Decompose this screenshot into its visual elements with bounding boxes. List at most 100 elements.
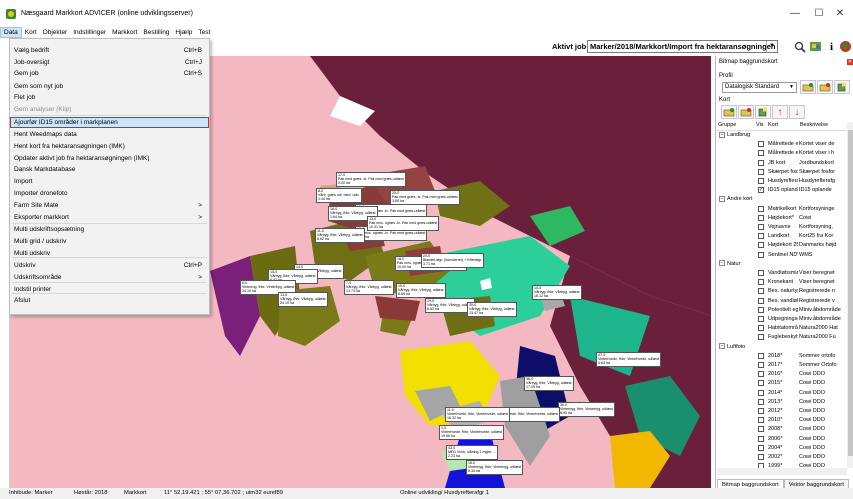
visibility-checkbox[interactable] <box>758 288 764 295</box>
info-icon[interactable]: i <box>824 39 839 54</box>
menu-objekter[interactable]: Objekter <box>40 27 71 38</box>
visibility-checkbox[interactable] <box>758 159 764 166</box>
field-label[interactable]: 17-0 Pak med græs -fx. Pak med græs-udlæ… <box>336 172 406 187</box>
visibility-checkbox[interactable]: ✓ <box>758 187 764 194</box>
visibility-checkbox[interactable] <box>758 334 764 341</box>
visibility-checkbox[interactable] <box>758 371 764 378</box>
remove-layer-icon[interactable] <box>738 105 754 119</box>
collapse-icon[interactable]: − <box>719 131 725 138</box>
menu-item[interactable]: Flet job <box>10 92 209 103</box>
tree-group[interactable]: − Natur <box>717 260 847 269</box>
visibility-checkbox[interactable] <box>758 398 764 405</box>
tree-group[interactable]: − Andre kort <box>717 195 847 204</box>
chevron-down-icon[interactable]: ▼ <box>787 83 796 92</box>
zoom-icon[interactable] <box>792 39 807 54</box>
tree-group[interactable]: − Luftfoto <box>717 343 847 352</box>
move-down-icon[interactable]: ↓ <box>789 105 805 119</box>
visibility-checkbox[interactable] <box>758 454 764 460</box>
visibility-checkbox[interactable] <box>758 168 764 175</box>
visibility-checkbox[interactable] <box>758 297 764 304</box>
aktiv-job-select[interactable]: Marker/2018/Markkort/Import fra hektaran… <box>587 40 778 53</box>
menu-item[interactable]: Gem job Ctrl+S <box>10 68 209 79</box>
layer-settings-icon[interactable] <box>755 105 771 119</box>
visibility-checkbox[interactable] <box>758 233 764 240</box>
collapse-icon[interactable]: − <box>719 195 725 202</box>
menu-item[interactable]: Job-oversigt Ctrl+J <box>10 57 209 68</box>
field-label[interactable]: 19-0 Vårbyg, fhbr, Vårbyg, udlæst 8.69 h… <box>396 283 446 298</box>
menu-hjaelp[interactable]: Hjælp <box>172 27 195 38</box>
visibility-checkbox[interactable] <box>758 150 764 157</box>
field-label[interactable]: 36-0 Vinterbyg, fhbr, Vinterbyg, udlæst … <box>558 402 616 417</box>
field-label[interactable]: 11-0 Vårbyg, fhbr, Vårbyg, udlæst 8.62 h… <box>315 228 365 243</box>
field-label[interactable]: 13-0 Vårbyg, fhbr, Vårbyg, udlæst 24.19 … <box>278 292 328 307</box>
add-map-icon[interactable] <box>800 80 816 94</box>
visibility-checkbox[interactable] <box>758 444 764 451</box>
menu-item[interactable]: Opdater aktivt job fra hektaransøgningen… <box>10 153 209 164</box>
field-label[interactable]: 30-0 Vårbyg, fhbr, Vårbyg, udlæst 13.47 … <box>467 302 517 317</box>
collapse-icon[interactable]: − <box>719 343 725 350</box>
menu-item[interactable]: Eksporter markkort > <box>10 212 209 223</box>
map-settings-icon[interactable] <box>834 80 850 94</box>
close-icon[interactable]: ✕ <box>847 59 853 65</box>
menu-item[interactable]: Multi udskriftsopsætning <box>10 224 209 235</box>
profil-select[interactable]: Datalogisk Standard ▼ <box>722 82 797 93</box>
move-up-icon[interactable]: ↑ <box>772 105 788 119</box>
vertical-scrollbar[interactable] <box>847 122 853 468</box>
horizontal-scrollbar[interactable] <box>717 468 847 475</box>
menu-item[interactable]: Farm Site Mate > <box>10 200 209 211</box>
field-label[interactable]: 43-0 MED Vinrk, slåning 1 mgter ... 2.23… <box>446 445 498 460</box>
visibility-checkbox[interactable] <box>758 426 764 433</box>
visibility-checkbox[interactable] <box>758 214 764 221</box>
visibility-checkbox[interactable] <box>758 141 764 148</box>
map-icon[interactable] <box>808 39 823 54</box>
visibility-checkbox[interactable] <box>758 325 764 332</box>
menu-indstillinger[interactable]: Indstillinger <box>70 27 109 38</box>
field-label[interactable]: 20-0 Blandet afgr. (korn/ærter) + Eftera… <box>421 253 484 268</box>
visibility-checkbox[interactable] <box>758 178 764 184</box>
visibility-checkbox[interactable] <box>758 242 764 249</box>
field-label[interactable]: 13-0 Pak mxs. ngræs -fx. Pak med græs-ud… <box>367 216 440 231</box>
field-label[interactable]: 36-0 Vårbyg, fhbr, Vårbyg, udlæst 17.05 … <box>524 376 574 391</box>
field-label[interactable]: 11-0 Vinterhvede, fhbr, Vinterhvede, udl… <box>445 407 511 422</box>
scrollbar-thumb[interactable] <box>848 130 853 456</box>
menu-item[interactable]: Hent kort fra hektaransøgningen (IMK) <box>10 141 209 152</box>
menu-kort[interactable]: Kort <box>22 27 40 38</box>
menu-item[interactable]: Ajourfør ID15 områder i markplanen <box>10 117 209 128</box>
menu-item[interactable]: Afslut <box>10 295 209 306</box>
visibility-checkbox[interactable] <box>758 389 764 396</box>
visibility-checkbox[interactable] <box>758 362 764 368</box>
menu-data[interactable]: Data <box>0 27 22 38</box>
add-layer-icon[interactable] <box>721 105 737 119</box>
remove-map-icon[interactable] <box>817 80 833 94</box>
visibility-checkbox[interactable] <box>758 435 764 442</box>
visibility-checkbox[interactable] <box>758 316 764 322</box>
visibility-checkbox[interactable] <box>758 352 764 359</box>
menu-item[interactable]: Hent Weedmaps data <box>10 129 209 140</box>
visibility-checkbox[interactable] <box>758 306 764 313</box>
field-label[interactable]: 8-0 Vårb. græs udl. med. udb. 1.44 ha <box>316 188 362 203</box>
menu-item[interactable]: Multi grid / udskriv <box>10 236 209 247</box>
menu-item[interactable]: Udskriv Ctrl+P <box>10 260 209 271</box>
visibility-checkbox[interactable] <box>758 380 764 387</box>
field-label[interactable]: 16-0 Vinterbyg, fhbr, Vinterbyg, udlæst … <box>466 460 524 475</box>
menu-item[interactable]: Dansk Markdatabase <box>10 164 209 175</box>
visibility-checkbox[interactable] <box>758 251 764 258</box>
field-label[interactable]: 7-0 Vårbyg, fhbr, Vårbyg, udlæst 13.73 h… <box>344 280 394 295</box>
chevron-down-icon[interactable]: ▼ <box>766 41 777 52</box>
globe-icon[interactable] <box>838 39 853 54</box>
field-label[interactable]: 20-0 Pak med græs -fx. Pak med græs-udlæ… <box>390 190 460 205</box>
tree-group[interactable]: − Landbrug <box>717 131 847 140</box>
menu-item[interactable]: Importer dronefoto <box>10 188 209 199</box>
field-label[interactable]: 10-0 Vårbyg, fhbr, Vårbyg, udlæst 16.12 … <box>532 285 582 300</box>
visibility-checkbox[interactable] <box>758 270 764 276</box>
field-label[interactable]: 1-0 Vinterhvede, fhbr, Vinterhvede, udlæ… <box>439 425 505 440</box>
close-button[interactable]: ✕ <box>818 0 853 27</box>
menu-item[interactable]: Gem som nyt job <box>10 81 209 92</box>
field-label[interactable]: 47-0 Vinterhvede, fhbr, Vinterhvede, udl… <box>596 352 662 367</box>
visibility-checkbox[interactable] <box>758 224 764 230</box>
collapse-icon[interactable]: − <box>719 260 725 267</box>
menu-test[interactable]: Test <box>195 27 213 38</box>
visibility-checkbox[interactable] <box>758 205 764 212</box>
visibility-checkbox[interactable] <box>758 417 764 424</box>
menu-item[interactable]: Vælg bedrift Ctrl+B <box>10 45 209 56</box>
